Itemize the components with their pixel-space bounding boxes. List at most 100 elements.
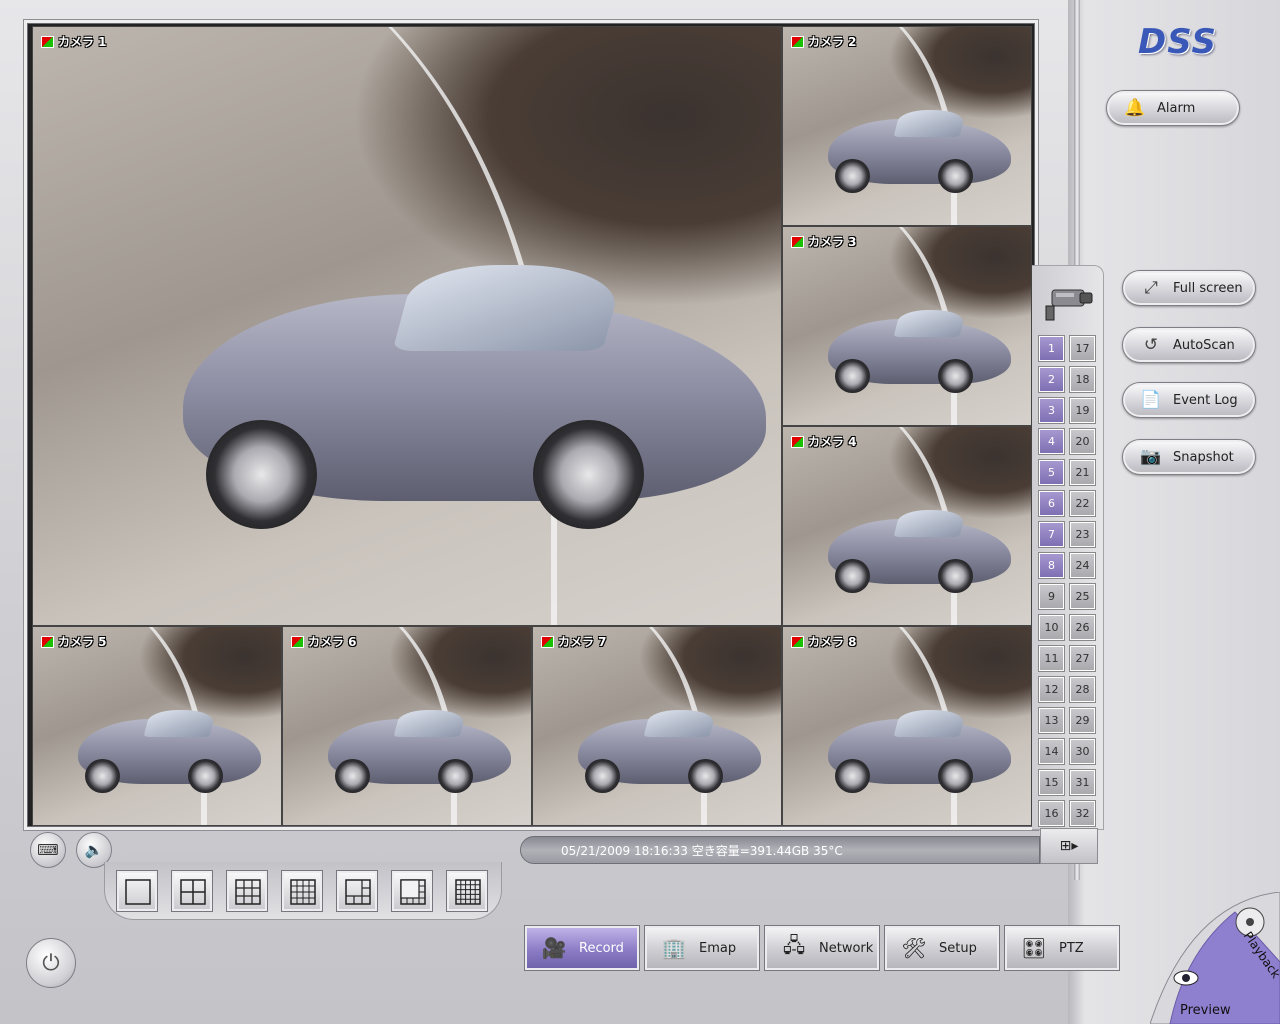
channel-button[interactable]: 31 (1070, 770, 1095, 795)
camera-snapshot-icon: 📷 (1140, 447, 1162, 467)
layout-1plus5-button[interactable] (336, 870, 378, 912)
channel-button[interactable]: 11 (1039, 646, 1064, 671)
mode-switcher: Playback Preview (1150, 892, 1280, 1024)
autoscan-button[interactable]: ↺ AutoScan (1122, 327, 1256, 363)
camera-view-6[interactable]: カメラ 6 (282, 626, 532, 826)
layout-16-icon (290, 879, 316, 905)
alarm-bell-icon: 🔔 (1124, 98, 1146, 118)
camera-label: カメラ 1 (41, 33, 107, 50)
channel-button[interactable]: 27 (1070, 646, 1095, 671)
channel-button[interactable]: 29 (1070, 708, 1095, 733)
channel-button[interactable]: 16 (1039, 801, 1064, 826)
channel-button[interactable]: 28 (1070, 677, 1095, 702)
camera-label: カメラ 4 (791, 433, 857, 450)
recording-flag-icon (541, 635, 554, 648)
channel-button[interactable]: 6 (1039, 491, 1064, 516)
tab-setup-label: Setup (939, 940, 977, 956)
event-log-button[interactable]: 📄 Event Log (1122, 382, 1256, 418)
channel-button[interactable]: 4 (1039, 429, 1064, 454)
camera-view-8[interactable]: カメラ 8 (782, 626, 1032, 826)
layout-2x2-button[interactable] (171, 870, 213, 912)
recording-flag-icon (291, 635, 304, 648)
channel-button[interactable]: 32 (1070, 801, 1095, 826)
layout-4-icon (180, 879, 206, 905)
autoscan-arrow-icon: ↺ (1143, 335, 1159, 355)
channel-button[interactable]: 20 (1070, 429, 1095, 454)
setup-tools-icon: 🛠 (901, 936, 927, 960)
camera-view-5[interactable]: カメラ 5 (32, 626, 282, 826)
camera-view-1[interactable]: カメラ 1 (32, 26, 782, 626)
channel-button[interactable]: 2 (1039, 367, 1064, 392)
channel-button[interactable]: 3 (1039, 398, 1064, 423)
channel-button[interactable]: 19 (1070, 398, 1095, 423)
channel-button[interactable]: 7 (1039, 522, 1064, 547)
channel-button[interactable]: 30 (1070, 739, 1095, 764)
layout-5x5-button[interactable] (446, 870, 488, 912)
channel-button[interactable]: 24 (1070, 553, 1095, 578)
status-text: 05/21/2009 18:16:33 空き容量=391.44GB 35°C (561, 843, 843, 858)
tab-network[interactable]: 🖧 Network (764, 925, 880, 971)
camera-label: カメラ 7 (541, 633, 607, 650)
status-bar: 05/21/2009 18:16:33 空き容量=391.44GB 35°C (520, 836, 1040, 864)
emap-building-icon: 🏢 (661, 936, 687, 960)
layout-3x3-button[interactable] (226, 870, 268, 912)
recording-flag-icon (791, 635, 804, 648)
channel-button[interactable]: 8 (1039, 553, 1064, 578)
channel-button[interactable]: 15 (1039, 770, 1064, 795)
speaker-icon: 🔈 (84, 841, 104, 859)
camera-view-4[interactable]: カメラ 4 (782, 426, 1032, 626)
recording-flag-icon (41, 635, 54, 648)
alarm-button[interactable]: 🔔 Alarm (1106, 90, 1240, 126)
channel-button[interactable]: 22 (1070, 491, 1095, 516)
channel-button[interactable]: 1 (1039, 336, 1064, 361)
tab-emap[interactable]: 🏢 Emap (644, 925, 760, 971)
record-camera-icon: 🎥 (541, 936, 567, 960)
full-screen-label: Full screen (1173, 280, 1243, 296)
tab-record-label: Record (579, 940, 624, 956)
keyboard-icon: ⌨ (37, 841, 59, 859)
camera-label: カメラ 5 (41, 633, 107, 650)
channel-button[interactable]: 5 (1039, 460, 1064, 485)
layout-4x4-button[interactable] (281, 870, 323, 912)
recording-flag-icon (791, 435, 804, 448)
expand-icon: ⤢ (1144, 278, 1158, 298)
recording-flag-icon (41, 35, 54, 48)
recording-flag-icon (791, 235, 804, 248)
preview-label[interactable]: Preview (1180, 1003, 1231, 1018)
alarm-label: Alarm (1157, 100, 1196, 116)
channel-button[interactable]: 10 (1039, 615, 1064, 640)
tab-setup[interactable]: 🛠 Setup (884, 925, 1000, 971)
channel-button[interactable]: 23 (1070, 522, 1095, 547)
sequence-tree-icon: ⊞▸ (1059, 838, 1079, 854)
snapshot-label: Snapshot (1173, 449, 1234, 465)
full-screen-button[interactable]: ⤢ Full screen (1122, 270, 1256, 306)
channel-button[interactable]: 17 (1070, 336, 1095, 361)
channel-button[interactable]: 26 (1070, 615, 1095, 640)
snapshot-button[interactable]: 📷 Snapshot (1122, 439, 1256, 475)
channel-button[interactable]: 25 (1070, 584, 1095, 609)
channel-button[interactable]: 14 (1039, 739, 1064, 764)
layout-1plus7-button[interactable] (391, 870, 433, 912)
tab-ptz[interactable]: 🎛 PTZ (1004, 925, 1120, 971)
video-grid: カメラ 1 カメラ 2 カメラ 3 カメラ 4 カメラ 5 カメラ 6 カメラ … (24, 20, 1038, 830)
document-icon: 📄 (1140, 390, 1162, 410)
sequence-button[interactable]: ⊞▸ (1040, 828, 1098, 864)
keyboard-button[interactable]: ⌨ (30, 832, 66, 868)
dss-logo: DSS (1138, 22, 1217, 62)
channel-button[interactable]: 12 (1039, 677, 1064, 702)
layout-1x1-button[interactable] (116, 870, 158, 912)
channel-button[interactable]: 13 (1039, 708, 1064, 733)
camera-view-3[interactable]: カメラ 3 (782, 226, 1032, 426)
tab-record[interactable]: 🎥 Record (524, 925, 640, 971)
event-log-label: Event Log (1173, 392, 1238, 408)
channel-button[interactable]: 21 (1070, 460, 1095, 485)
camera-view-2[interactable]: カメラ 2 (782, 26, 1032, 226)
camera-view-7[interactable]: カメラ 7 (532, 626, 782, 826)
layout-25-icon (455, 879, 481, 905)
power-button[interactable]: ⏻ (26, 938, 76, 988)
camera-icon (1045, 289, 1093, 321)
tab-emap-label: Emap (699, 940, 737, 956)
channel-button[interactable]: 18 (1070, 367, 1095, 392)
channel-button[interactable]: 9 (1039, 584, 1064, 609)
tab-network-label: Network (819, 940, 874, 956)
